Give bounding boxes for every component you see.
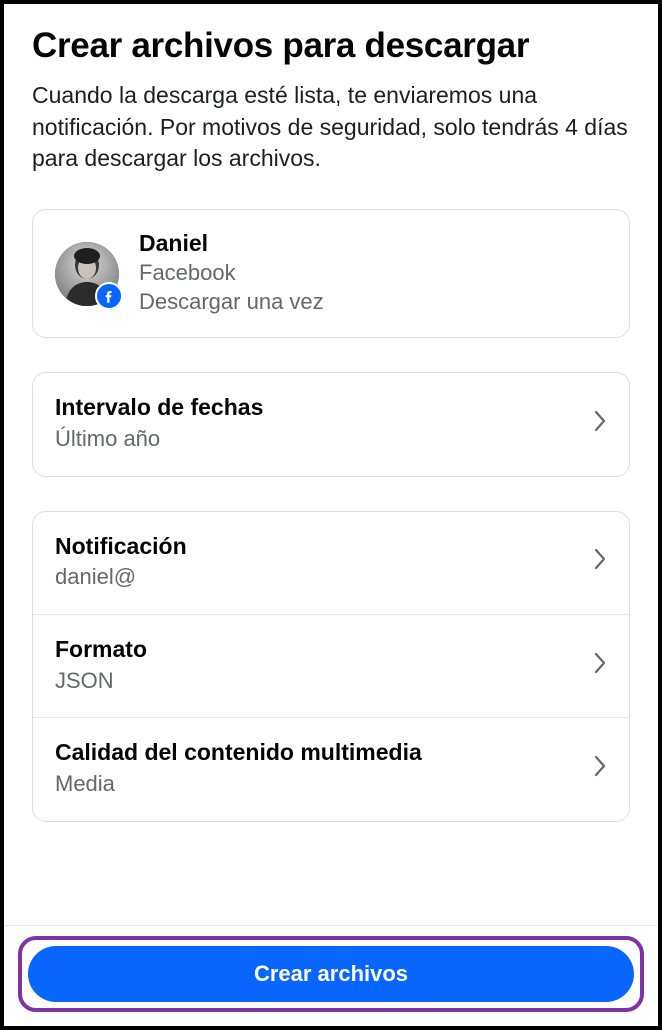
account-card: Daniel Facebook Descargar una vez <box>32 209 630 338</box>
date-range-row[interactable]: Intervalo de fechas Último año <box>33 373 629 475</box>
account-row: Daniel Facebook Descargar una vez <box>33 210 629 337</box>
chevron-right-icon <box>593 548 607 575</box>
page-description: Cuando la descarga esté lista, te enviar… <box>32 80 630 175</box>
account-name: Daniel <box>139 230 324 258</box>
create-files-button[interactable]: Crear archivos <box>28 946 634 1002</box>
format-label: Formato <box>55 635 147 664</box>
date-range-card: Intervalo de fechas Último año <box>32 372 630 476</box>
account-platform: Facebook <box>139 258 324 288</box>
account-mode: Descargar una vez <box>139 287 324 317</box>
notification-label: Notificación <box>55 532 187 561</box>
media-quality-row[interactable]: Calidad del contenido multimedia Media <box>33 717 629 820</box>
date-range-value: Último año <box>55 424 263 454</box>
media-quality-label: Calidad del contenido multimedia <box>55 738 422 767</box>
date-range-label: Intervalo de fechas <box>55 393 263 422</box>
highlight-frame: Crear archivos <box>18 936 644 1012</box>
format-value: JSON <box>55 666 147 696</box>
notification-value: daniel@ <box>55 562 187 592</box>
notification-row[interactable]: Notificación daniel@ <box>33 512 629 614</box>
facebook-badge-icon <box>95 282 123 310</box>
media-quality-value: Media <box>55 769 422 799</box>
avatar <box>55 242 119 306</box>
format-row[interactable]: Formato JSON <box>33 614 629 717</box>
chevron-right-icon <box>593 652 607 679</box>
footer: Crear archivos <box>4 925 658 1026</box>
chevron-right-icon <box>593 755 607 782</box>
chevron-right-icon <box>593 410 607 437</box>
page-title: Crear archivos para descargar <box>32 26 630 66</box>
settings-card: Notificación daniel@ Formato JSON Calida… <box>32 511 630 822</box>
